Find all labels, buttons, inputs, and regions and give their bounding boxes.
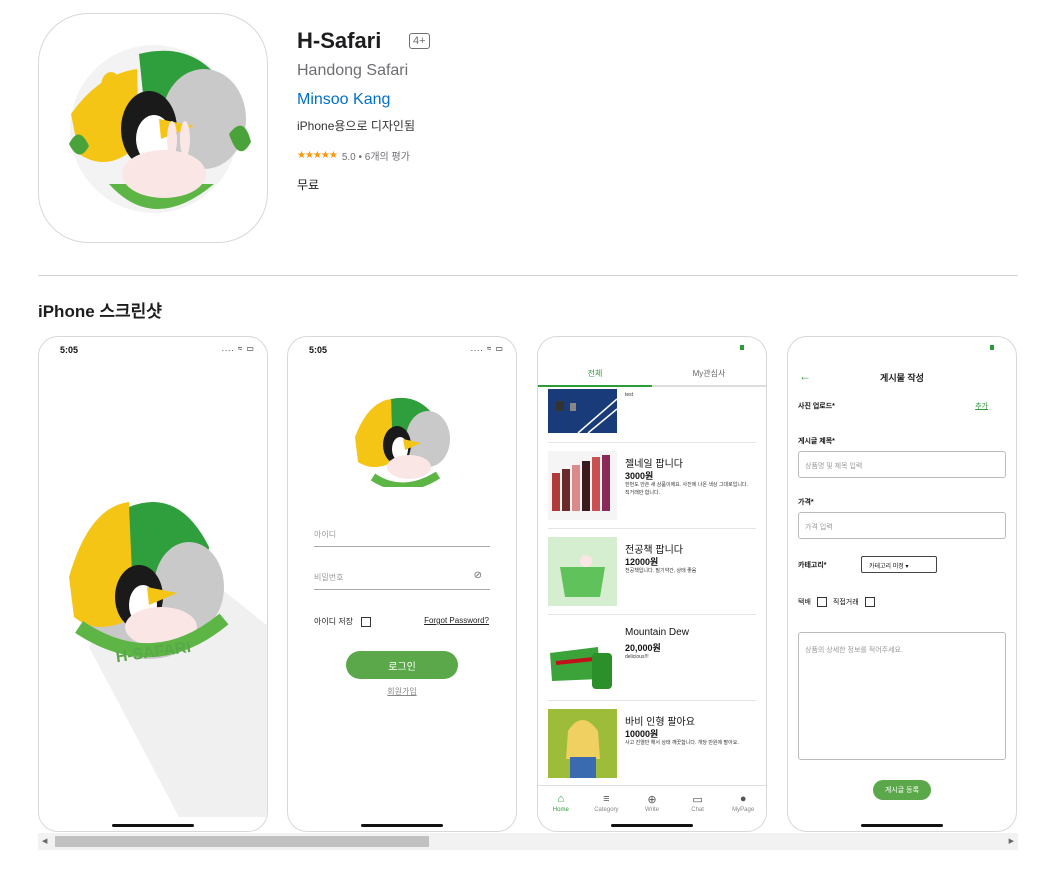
direct-trade-label: 직접거래	[832, 599, 859, 606]
scroll-left-arrow-icon[interactable]: ◀	[42, 837, 47, 845]
h-safari-logo	[69, 45, 251, 213]
page-title: 게시물 작성	[880, 373, 924, 383]
status-time: 5:05	[309, 345, 328, 355]
app-subtitle: Handong Safari	[297, 62, 409, 79]
signup-link[interactable]: 회원가입	[288, 686, 516, 697]
list-item[interactable]: 젤네일 팝니다 3000원 한번도 안쓴 새 상품이에요. 사진에 나온 색상 …	[548, 443, 756, 529]
product-desc: test	[625, 392, 634, 398]
rating-text: 5.0 • 6개의 평가	[341, 152, 410, 163]
list-item[interactable]: 바비 인형 팔아요 10000원 사고 진열만 해서 상태 깨끗합니다. 개당 …	[548, 701, 756, 787]
product-thumbnail	[548, 537, 617, 606]
delivery-options: 택배 직접거래	[798, 597, 875, 607]
price-input[interactable]: 가격 입력	[798, 512, 1006, 539]
home-indicator	[112, 824, 194, 827]
product-title: 전공책 팝니다	[625, 545, 683, 556]
product-thumbnail-art	[560, 555, 605, 597]
tab-all[interactable]: 전체	[538, 362, 652, 387]
list-tabs: 전체 My관심사	[538, 362, 766, 387]
status-time: 5:05	[60, 345, 79, 355]
splash-logo: H-SAFARI	[69, 502, 267, 817]
product-thumbnail	[548, 389, 617, 433]
nav-label: Home	[552, 807, 569, 813]
product-desc: 전공책입니다. 필기약간, 상태 좋음	[625, 568, 697, 574]
product-desc: 한번도 안쓴 새 상품이에요. 사진에 나온 색상 그대로입니다. 직거래만 합…	[625, 482, 748, 496]
scroll-right-arrow-icon[interactable]: ▶	[1009, 837, 1014, 845]
login-logo	[355, 397, 450, 487]
status-flag-icon	[740, 345, 744, 350]
person-icon: ●	[739, 793, 747, 805]
product-thumbnail	[548, 709, 617, 778]
app-icon	[38, 13, 268, 243]
save-id-row: 아이디 저장	[314, 616, 372, 627]
status-icons: .... ≈ ▭	[221, 344, 255, 353]
app-title: H-Safari	[297, 28, 382, 53]
home-indicator	[611, 824, 693, 827]
home-indicator	[361, 824, 443, 827]
nav-mypage[interactable]: ● MyPage	[720, 786, 766, 831]
password-placeholder: 비밀번호	[314, 573, 344, 582]
screenshots-section-title: iPhone 스크린샷	[38, 302, 162, 321]
product-title: 바비 인형 팔아요	[625, 717, 695, 728]
screenshot-write-post[interactable]: ← 게시물 작성 사진 업로드* 추가 게시글 제목* 상품명 및 제목 입력 …	[787, 336, 1017, 832]
rating-row: ★★★★★ 5.0 • 6개의 평가	[297, 148, 410, 163]
star-rating-icon: ★★★★★	[297, 150, 338, 161]
list-item[interactable]: test	[548, 389, 756, 443]
scrollbar-thumb[interactable]	[55, 836, 429, 847]
product-title: Mountain Dew	[625, 627, 689, 638]
delivery-checkbox[interactable]	[816, 597, 827, 607]
price-label: 가격*	[798, 499, 814, 506]
nav-label: Category	[594, 807, 619, 813]
tab-my-interest[interactable]: My관심사	[652, 362, 766, 385]
product-title: 젤네일 팝니다	[625, 459, 683, 470]
list-item[interactable]: 전공책 팝니다 12000원 전공책입니다. 필기약간, 상태 좋음	[548, 529, 756, 615]
id-input[interactable]: 아이디	[314, 529, 490, 547]
designed-for-text: iPhone용으로 디자인됨	[297, 119, 415, 133]
plus-circle-icon: ⊕	[647, 794, 657, 806]
product-thumbnail	[548, 451, 617, 520]
home-icon: ⌂	[557, 793, 565, 805]
delivery-label: 택배	[798, 599, 811, 606]
product-thumbnail-art	[552, 455, 610, 511]
submit-post-button[interactable]: 게시글 등록	[873, 780, 931, 800]
menu-icon: ≡	[603, 793, 610, 805]
screenshot-product-list[interactable]: 전체 My관심사 test 젤네일 팝니다 3000원 한번도 안쓴 새 상품이…	[537, 336, 767, 832]
product-thumbnail-art	[556, 398, 617, 433]
status-flag-icon	[990, 345, 994, 350]
save-id-checkbox[interactable]	[361, 616, 372, 627]
direct-trade-checkbox[interactable]	[864, 597, 875, 607]
product-desc: delicious!!!	[625, 654, 649, 660]
list-item[interactable]: Mountain Dew 20,000원 delicious!!!	[548, 615, 756, 701]
age-rating-badge: 4+	[409, 33, 430, 49]
nav-label: Chat	[691, 807, 704, 813]
product-thumbnail-art	[566, 720, 600, 778]
add-photo-link[interactable]: 추가	[975, 401, 988, 411]
detail-textarea[interactable]: 상품의 상세한 정보를 적어주세요.	[798, 632, 1006, 760]
product-thumbnail	[548, 623, 617, 692]
nav-label: MyPage	[732, 807, 755, 813]
title-input[interactable]: 상품명 및 제목 입력	[798, 451, 1006, 478]
forgot-password-link[interactable]: Forgot Password?	[424, 616, 489, 625]
developer-link[interactable]: Minsoo Kang	[297, 91, 390, 109]
price-label: 무료	[297, 178, 320, 192]
nav-label: Write	[645, 807, 659, 813]
title-label: 게시글 제목*	[798, 438, 835, 445]
screenshot-splash[interactable]: 5:05 .... ≈ ▭ H-SAFARI	[38, 336, 268, 832]
category-label: 카테고리*	[798, 562, 827, 569]
section-divider	[38, 275, 1018, 276]
login-button[interactable]: 로그인	[346, 651, 458, 679]
eye-off-icon[interactable]: ⊘	[474, 570, 482, 581]
horizontal-scrollbar[interactable]: ◀ ▶	[38, 833, 1018, 850]
nav-home[interactable]: ⌂ Home	[538, 786, 584, 831]
home-indicator	[861, 824, 943, 827]
screenshot-login[interactable]: 5:05 .... ≈ ▭ 아이디 비밀번호 ⊘ 아이디 저장 Forgot P…	[287, 336, 517, 832]
product-thumbnail-art	[550, 647, 612, 689]
save-id-label: 아이디 저장	[314, 617, 354, 626]
password-input[interactable]: 비밀번호 ⊘	[314, 570, 490, 590]
chat-icon: ▭	[692, 794, 703, 806]
status-icons: .... ≈ ▭	[470, 344, 504, 353]
category-select[interactable]: 카테고리 미정 ▾	[861, 556, 937, 573]
product-desc: 사고 진열만 해서 상태 깨끗합니다. 개당 만원에 팔아요.	[625, 740, 739, 746]
photo-upload-label: 사진 업로드*	[798, 403, 835, 410]
